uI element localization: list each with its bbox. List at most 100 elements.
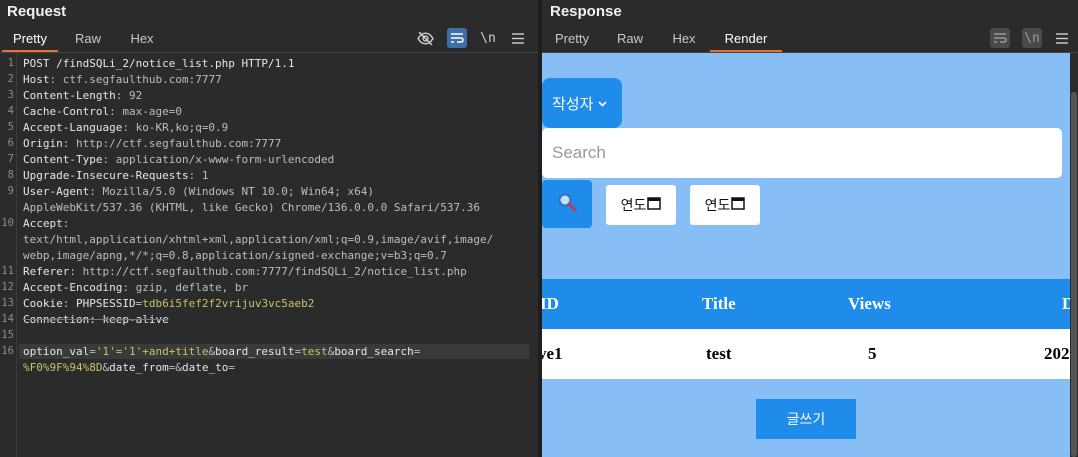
line-number: 12 [1, 281, 14, 293]
line-number: 14 [1, 313, 14, 325]
tab-request-raw[interactable]: Raw [60, 28, 116, 52]
request-token: = [89, 345, 96, 358]
request-token: webp,image/apng,*/*;q=0.8,application/si… [23, 249, 447, 262]
request-token: POST /findSQLi_2/notice_list.php HTTP/1.… [23, 57, 295, 70]
request-token: '1'='1'+and+title [95, 345, 209, 358]
request-token: Cache-Control [23, 105, 110, 118]
request-line[interactable]: Accept-Language: ko-KR,ko;q=0.9 [23, 120, 228, 136]
request-line[interactable]: Connection: keep-alive [23, 312, 169, 328]
line-number: 3 [7, 89, 14, 101]
cell-views: 5 [868, 344, 877, 363]
eye-slash-icon[interactable] [415, 28, 435, 48]
date-from-input[interactable]: 연도 [606, 185, 676, 225]
request-token: option_val [23, 345, 90, 358]
request-line[interactable]: Referer: http://ctf.segfaulthub.com:7777… [23, 264, 467, 280]
request-line[interactable]: Origin: http://ctf.segfaulthub.com:7777 [23, 136, 281, 152]
calendar-icon [647, 196, 662, 214]
response-pane: Response Pretty Raw Hex Render \n 작성자 Se… [542, 0, 1078, 457]
request-token: date_to [181, 361, 229, 374]
response-scrollbar-thumb[interactable] [1071, 92, 1077, 457]
tab-response-hex[interactable]: Hex [656, 28, 712, 52]
request-line[interactable]: Host: ctf.segfaulthub.com:7777 [23, 72, 222, 88]
search-input[interactable]: Search [542, 128, 1062, 178]
request-line[interactable]: Accept: [23, 216, 69, 232]
request-line[interactable]: Upgrade-Insecure-Requests: 1 [23, 168, 208, 184]
tab-response-pretty[interactable]: Pretty [544, 28, 600, 52]
request-line[interactable]: Content-Length: 92 [23, 88, 142, 104]
request-token: AppleWebKit/537.36 (KHTML, like Gecko) C… [23, 201, 480, 214]
search-placeholder: Search [552, 143, 606, 162]
line-number: 9 [7, 185, 14, 197]
request-token: Connection: keep-alive [23, 313, 169, 326]
request-line[interactable]: User-Agent: Mozilla/5.0 (Windows NT 10.0… [23, 184, 374, 200]
newline-toggle[interactable]: \n [1022, 28, 1042, 48]
header-title: Title [702, 294, 736, 313]
chevron-down-icon [598, 97, 607, 110]
request-token: Referer [23, 265, 70, 278]
tab-request-hex[interactable]: Hex [114, 28, 170, 52]
cell-date: 202 [1044, 344, 1070, 363]
request-pane: Request Pretty Raw Hex \n POST /findSQLi… [0, 0, 538, 457]
request-scrollbar[interactable] [530, 53, 538, 457]
request-line[interactable]: webp,image/apng,*/*;q=0.8,application/si… [23, 248, 447, 264]
hamburger-icon[interactable] [1052, 28, 1072, 48]
request-line[interactable]: option_val='1'='1'+and+title&board_resul… [23, 344, 420, 360]
line-number: 7 [7, 153, 14, 165]
search-button[interactable] [542, 180, 592, 228]
request-line[interactable]: Accept-Encoding: gzip, deflate, br [23, 280, 248, 296]
author-select[interactable]: 작성자 [542, 78, 622, 128]
request-token: : 1 [188, 169, 209, 182]
tab-request-pretty[interactable]: Pretty [2, 28, 58, 52]
request-token: %F0%9F%94%8D [23, 361, 103, 374]
header-views: Views [848, 294, 891, 313]
author-select-label: 작성자 [552, 94, 594, 113]
request-token: = [413, 345, 421, 358]
request-line[interactable]: Content-Type: application/x-www-form-url… [23, 152, 334, 168]
date-to-input[interactable]: 연도 [690, 185, 760, 225]
table-row[interactable]: ve1 test 5 202 [542, 329, 1070, 379]
magnifier-icon [556, 191, 578, 217]
wrap-icon[interactable] [447, 28, 467, 48]
request-token: Accept-Language [23, 121, 123, 134]
request-token: Origin [23, 137, 63, 150]
newline-toggle[interactable]: \n [478, 28, 498, 48]
date-to-label: 연도 [704, 198, 731, 214]
request-token: Content-Type [23, 153, 103, 166]
rendered-page: 작성자 Search 연도 연도 ID Title Views D ve1 te… [542, 53, 1070, 457]
request-line[interactable]: Cache-Control: max-age=0 [23, 104, 182, 120]
request-line[interactable]: Cookie: PHPSESSID=tdb6i5fef2f2vrijuv3vc5… [23, 296, 314, 312]
cell-title[interactable]: test [706, 329, 731, 379]
request-token: tdb6i5fef2f2vrijuv3vc5aeb2 [142, 297, 315, 310]
tab-response-render[interactable]: Render [710, 28, 782, 52]
line-number: 2 [7, 73, 14, 85]
request-token: = [228, 361, 235, 374]
request-line[interactable]: %F0%9F%94%8D&date_from=&date_to= [23, 360, 235, 376]
request-token: Host [23, 73, 50, 86]
line-number: 15 [1, 329, 14, 341]
request-token: : max-age=0 [109, 105, 182, 118]
line-number: 5 [7, 121, 14, 133]
request-token: : [62, 217, 70, 230]
request-token: Accept [23, 217, 63, 230]
line-number: 16 [1, 345, 14, 357]
tab-response-raw[interactable]: Raw [602, 28, 658, 52]
request-token: board_search [334, 345, 414, 358]
request-token: Accept-Encoding [23, 281, 123, 294]
request-token: : http://ctf.segfaulthub.com:7777 [62, 137, 282, 150]
line-number: 8 [7, 169, 14, 181]
calendar-icon [731, 196, 746, 214]
request-line[interactable]: POST /findSQLi_2/notice_list.php HTTP/1.… [23, 56, 295, 72]
line-number: 4 [7, 105, 14, 117]
request-line[interactable]: AppleWebKit/537.36 (KHTML, like Gecko) C… [23, 200, 480, 216]
request-token: date_from [109, 361, 169, 374]
request-token: : 92 [115, 89, 143, 102]
request-token: : gzip, deflate, br [122, 281, 249, 294]
request-editor[interactable]: POST /findSQLi_2/notice_list.php HTTP/1.… [0, 53, 538, 457]
request-token: : application/x-www-form-urlencoded [102, 153, 335, 166]
write-button[interactable]: 글쓰기 [756, 399, 856, 439]
hamburger-icon[interactable] [508, 28, 528, 48]
request-line[interactable]: text/html,application/xhtml+xml,applicat… [23, 232, 493, 248]
request-token: : ctf.segfaulthub.com:7777 [49, 73, 222, 86]
line-number: 11 [1, 265, 14, 277]
wrap-icon[interactable] [990, 28, 1010, 48]
